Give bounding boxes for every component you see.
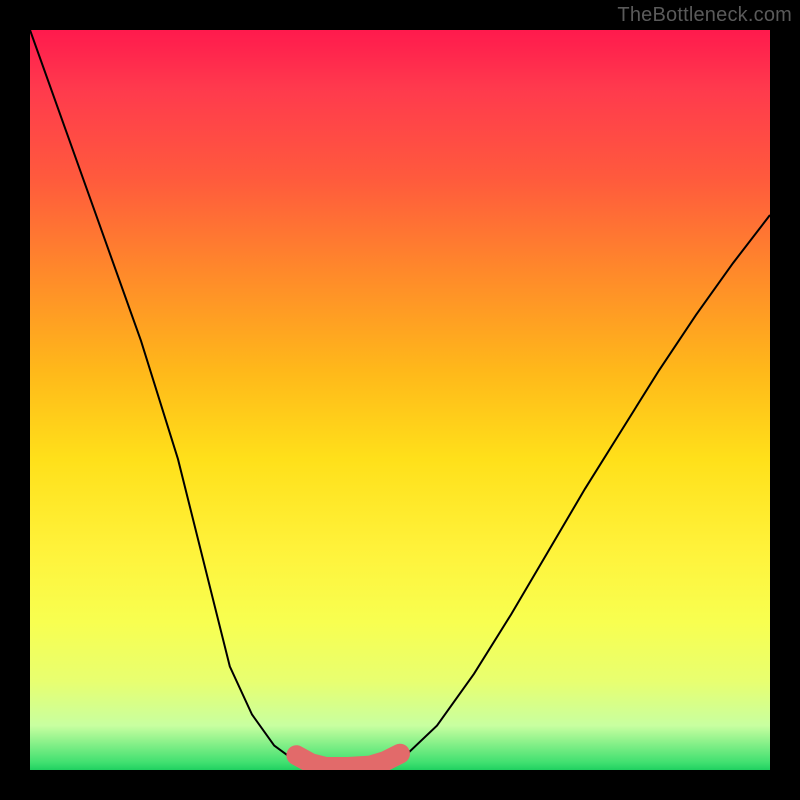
curve-right-curve bbox=[370, 215, 770, 770]
chart-svg bbox=[30, 30, 770, 770]
chart-frame: TheBottleneck.com bbox=[0, 0, 800, 800]
plot-area bbox=[30, 30, 770, 770]
curve-left-curve bbox=[30, 30, 326, 770]
series-group bbox=[30, 30, 770, 770]
attribution-label: TheBottleneck.com bbox=[617, 4, 792, 27]
highlight-curve bbox=[296, 754, 400, 767]
